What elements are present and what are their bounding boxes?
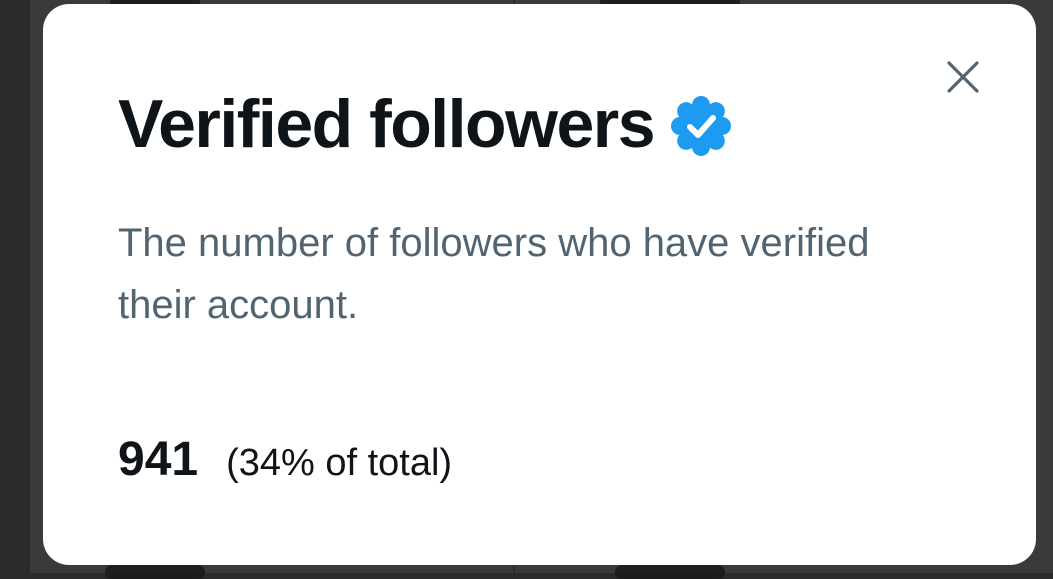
title-row: Verified followers bbox=[118, 84, 732, 164]
close-icon bbox=[947, 61, 979, 93]
close-button[interactable] bbox=[942, 56, 984, 98]
dialog-title: Verified followers bbox=[118, 86, 656, 162]
dialog-description: The number of followers who have verifie… bbox=[118, 221, 870, 327]
background-ghost-text bbox=[615, 565, 725, 579]
verified-followers-stat: 941 (34% of total) bbox=[118, 432, 452, 487]
verified-badge-icon bbox=[670, 95, 732, 157]
background-ghost-text bbox=[105, 565, 205, 579]
verified-followers-percent: (34% of total) bbox=[226, 442, 453, 484]
verified-followers-dialog: Verified followers The number of followe… bbox=[43, 4, 1036, 565]
verified-followers-count: 941 bbox=[118, 433, 199, 486]
